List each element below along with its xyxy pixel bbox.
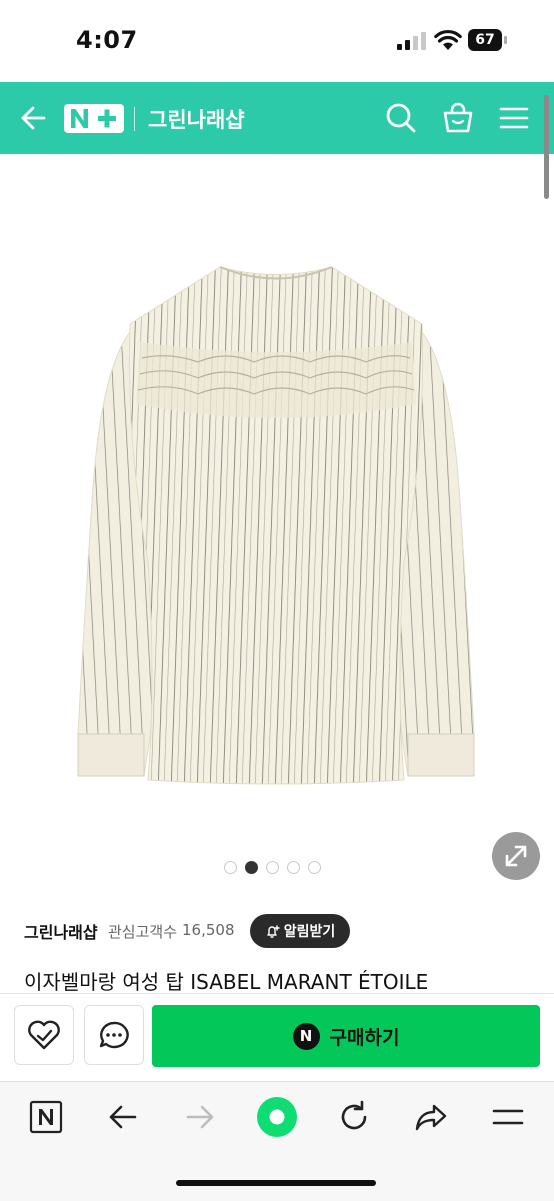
cellular-signal-icon (397, 32, 426, 50)
buy-button-label: 구매하기 (329, 1026, 400, 1049)
back-icon[interactable] (103, 1097, 143, 1137)
back-arrow-icon[interactable] (16, 100, 52, 136)
wifi-icon (434, 29, 462, 50)
search-icon[interactable] (383, 100, 419, 136)
product-image[interactable] (70, 262, 482, 790)
naver-plus-logo[interactable] (64, 104, 124, 133)
share-icon[interactable] (411, 1097, 451, 1137)
alert-button-label: 알림받기 (283, 924, 336, 940)
product-title: 이자벨마랑 여성 탑 ISABEL MARANT ÉTOILE (24, 970, 429, 994)
forward-icon[interactable] (180, 1097, 220, 1137)
bell-plus-icon (267, 925, 280, 938)
carousel-dot[interactable] (224, 861, 237, 874)
status-bar: 4:07 67 (0, 0, 554, 82)
seller-name[interactable]: 그린나래샵 (24, 919, 98, 943)
home-indicator[interactable] (176, 1180, 376, 1186)
chat-bubble-icon (99, 1021, 129, 1049)
carousel-dot[interactable] (287, 861, 300, 874)
carousel-dot[interactable] (308, 861, 321, 874)
chat-button[interactable] (84, 1005, 144, 1065)
battery-icon: 67 (468, 29, 508, 51)
buy-button[interactable]: N 구매하기 (152, 1005, 540, 1067)
logo-divider (134, 107, 135, 131)
carousel-indicator (224, 861, 321, 877)
expand-image-button[interactable] (492, 832, 540, 880)
naver-pay-icon: N (292, 1022, 320, 1050)
heart-check-icon (28, 1020, 60, 1050)
reload-icon[interactable] (334, 1097, 374, 1137)
carousel-dot-active[interactable] (245, 861, 258, 874)
menu-icon[interactable] (496, 100, 532, 136)
interest-count: 16,508 (182, 921, 235, 939)
page-scrollbar[interactable] (544, 95, 549, 199)
shop-name[interactable]: 그린나래샵 (148, 104, 245, 134)
status-time: 4:07 (76, 26, 138, 54)
naver-n-icon[interactable] (26, 1097, 66, 1137)
shopping-bag-icon[interactable] (440, 100, 476, 136)
battery-level: 67 (468, 29, 502, 51)
carousel-dot[interactable] (266, 861, 279, 874)
expand-icon (505, 845, 527, 867)
menu-icon[interactable] (488, 1097, 528, 1137)
green-home-icon[interactable] (256, 1096, 298, 1138)
alert-subscribe-button[interactable]: 알림받기 (250, 914, 350, 948)
wishlist-button[interactable] (14, 1005, 74, 1065)
interest-label: 관심고객수 (108, 923, 178, 941)
